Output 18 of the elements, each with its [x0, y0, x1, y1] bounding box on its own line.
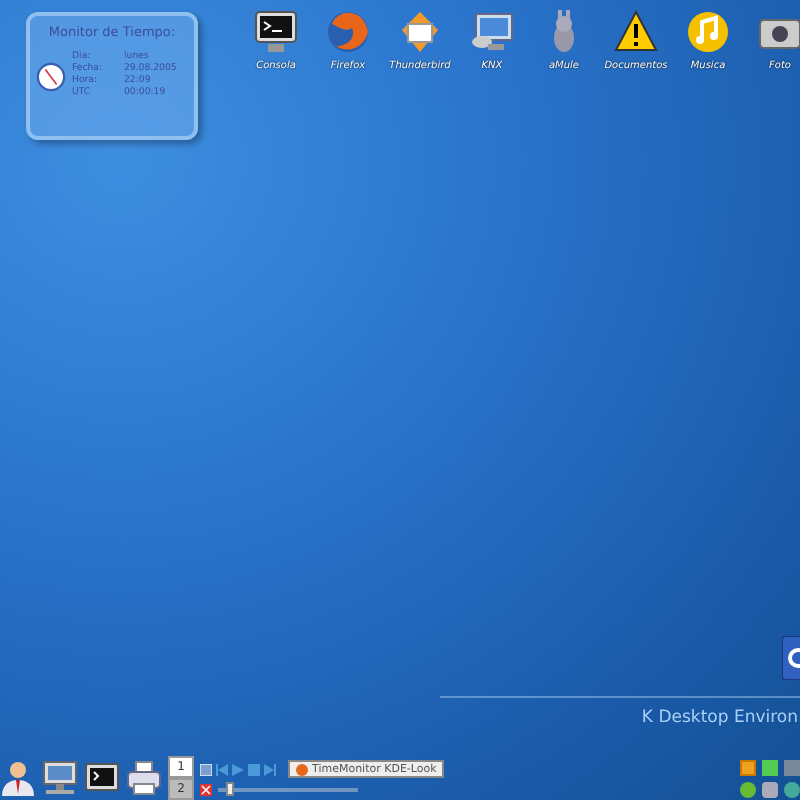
clock-icon	[36, 61, 66, 91]
terminal-icon[interactable]	[252, 8, 300, 56]
play-icon[interactable]	[232, 763, 244, 775]
stop-icon[interactable]	[248, 763, 260, 775]
terminal-icon[interactable]	[84, 760, 120, 796]
next-icon[interactable]	[264, 763, 276, 775]
window-list-icon[interactable]	[200, 763, 212, 775]
music-note-icon[interactable]	[684, 8, 732, 56]
user-icon[interactable]	[0, 760, 36, 796]
envelope-icon[interactable]	[396, 8, 444, 56]
previous-icon[interactable]	[216, 763, 228, 775]
monitor-icon[interactable]	[468, 8, 516, 56]
status-dot-icon[interactable]	[740, 782, 756, 798]
warning-icon[interactable]	[612, 8, 660, 56]
printer-icon[interactable]	[126, 760, 162, 796]
desktop-branding-text: K Desktop Environ	[641, 708, 798, 728]
close-icon[interactable]	[200, 784, 212, 796]
monitor-icon[interactable]	[42, 760, 78, 796]
